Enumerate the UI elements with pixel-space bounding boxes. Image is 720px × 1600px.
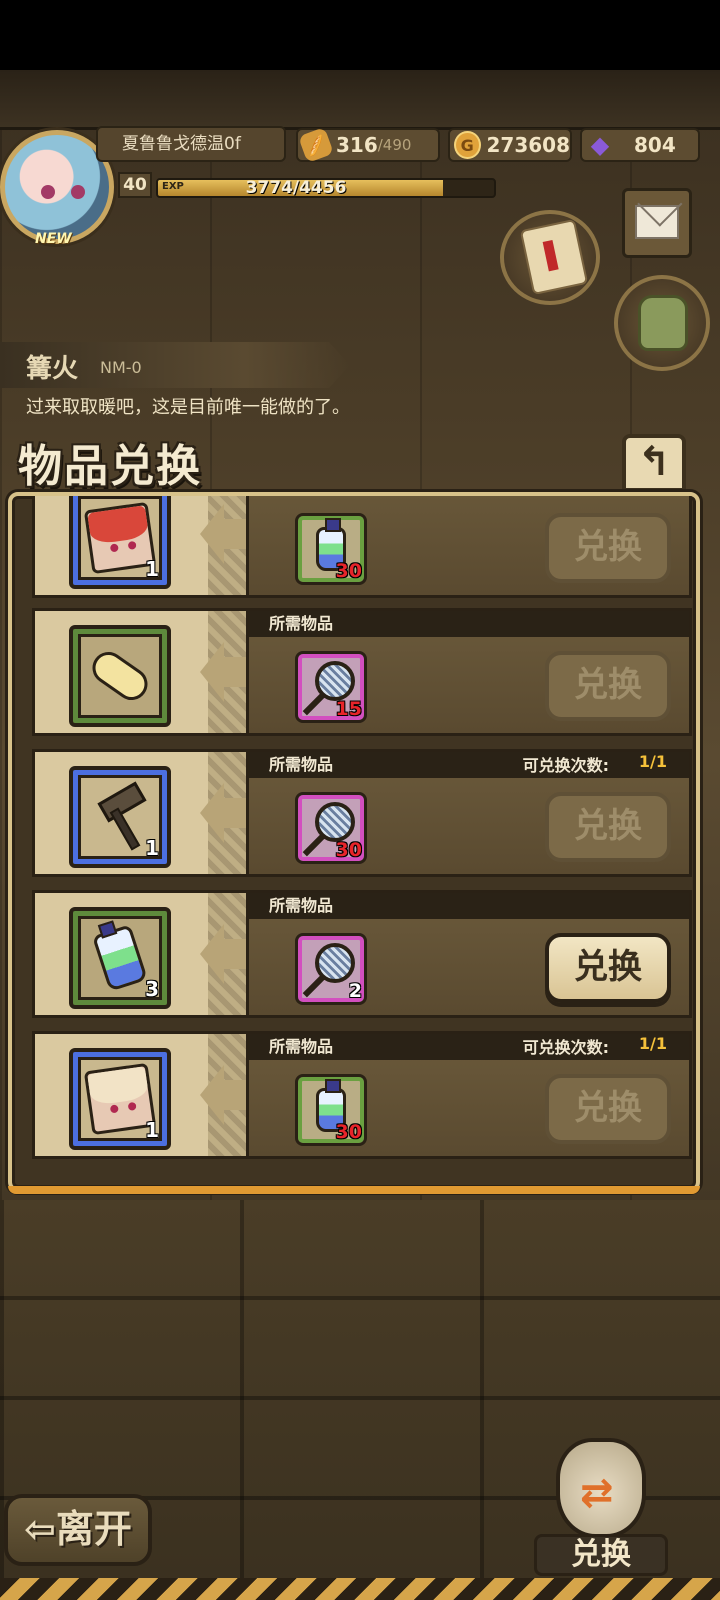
requirement-cell: 所需物品 2 兑换 bbox=[246, 890, 692, 1018]
exchange-button[interactable]: 兑换 bbox=[545, 651, 671, 721]
required-items-header: 所需物品 bbox=[249, 611, 689, 637]
reward-qty: 1 bbox=[145, 836, 159, 860]
exchange-count-value: 1/1 bbox=[638, 752, 667, 771]
reward-qty: 1 bbox=[145, 1118, 159, 1142]
exchange-row: 1 30 兑换 bbox=[32, 496, 692, 598]
envelope-icon bbox=[635, 205, 679, 239]
required-items-header: 所需物品 bbox=[249, 893, 689, 919]
player-name: 夏鲁鲁戈德温0f bbox=[96, 126, 286, 162]
hammer-icon bbox=[90, 781, 150, 851]
required-qty: 15 bbox=[335, 698, 362, 720]
required-item[interactable]: 30 bbox=[295, 1074, 367, 1146]
exp-text: 3774/4456 bbox=[245, 178, 347, 198]
exchange-row: 1 所需物品 可兑换次数: 1/1 30 兑换 bbox=[32, 1031, 692, 1159]
new-badge: NEW bbox=[35, 231, 72, 247]
exchange-button[interactable]: 兑换 bbox=[545, 933, 671, 1003]
stamina-value: 316 bbox=[336, 133, 378, 157]
required-item[interactable]: 2 bbox=[295, 933, 367, 1005]
reward-cell: 1 bbox=[32, 496, 212, 598]
panel-bottom-stripe bbox=[8, 1186, 700, 1194]
butterfly-net-icon bbox=[315, 661, 355, 701]
butterfly-net-icon bbox=[315, 802, 355, 842]
required-item[interactable]: 30 bbox=[295, 513, 367, 585]
reward-cell: 3 bbox=[32, 890, 212, 1018]
exchange-main-label: 兑换 bbox=[534, 1534, 668, 1576]
ceiling-beam bbox=[0, 70, 720, 130]
exchange-row: 所需物品 15 兑换 bbox=[32, 608, 692, 736]
location-description: 过来取取暖吧，这是目前唯一能做的了。 bbox=[26, 397, 350, 418]
reward-qty: 3 bbox=[145, 977, 159, 1001]
avatar-eye bbox=[41, 185, 55, 199]
exchange-main-button[interactable]: ⇄ 兑换 bbox=[534, 1438, 668, 1588]
quest-scroll-button[interactable] bbox=[500, 210, 600, 305]
requirement-cell: 所需物品 15 兑换 bbox=[246, 608, 692, 736]
exchange-count-value: 1/1 bbox=[638, 1034, 667, 1053]
required-qty: 30 bbox=[335, 560, 362, 582]
exclamation-mark bbox=[542, 239, 559, 272]
requirement-cell: 所需物品 可兑换次数: 1/1 30 兑换 bbox=[246, 749, 692, 877]
location-bar: 篝火 NM-0 bbox=[0, 342, 350, 388]
location-code: NM-0 bbox=[100, 358, 142, 377]
exchange-count-label: 可兑换次数: bbox=[522, 1038, 609, 1057]
exp-bar: EXP 3774/4456 bbox=[156, 178, 496, 198]
reward-cell: 1 bbox=[32, 1031, 212, 1159]
reward-item[interactable]: 3 bbox=[69, 907, 171, 1009]
required-qty: 30 bbox=[335, 839, 362, 861]
gem-icon: ◆ bbox=[590, 131, 610, 159]
gold-coin-icon: G bbox=[454, 131, 481, 159]
exchange-row: 1 所需物品 可兑换次数: 1/1 30 兑换 bbox=[32, 749, 692, 877]
backpack-icon bbox=[638, 295, 688, 351]
backpack-button[interactable] bbox=[614, 275, 710, 371]
bottom-stripe bbox=[0, 1578, 720, 1600]
slipper-icon bbox=[86, 645, 154, 707]
swap-icon: ⇄ bbox=[580, 1470, 614, 1516]
butterfly-net-icon bbox=[315, 943, 355, 983]
reward-item[interactable]: 1 bbox=[69, 766, 171, 868]
required-qty: 2 bbox=[348, 980, 362, 1002]
exchange-button[interactable]: 兑换 bbox=[545, 792, 671, 862]
required-qty: 30 bbox=[335, 1121, 362, 1143]
reward-cell: 1 bbox=[32, 749, 212, 877]
required-items-header: 所需物品 bbox=[249, 752, 689, 778]
exchange-button[interactable]: 兑换 bbox=[545, 1074, 671, 1144]
gold-value: 273608 bbox=[486, 133, 571, 157]
stamina-counter[interactable]: 🥖 316/490 bbox=[296, 127, 440, 163]
panel-title: 物品兑换 bbox=[18, 441, 202, 492]
reward-item[interactable]: 1 bbox=[69, 496, 171, 589]
stamina-max: /490 bbox=[377, 136, 412, 154]
exchange-button[interactable]: 兑换 bbox=[545, 513, 671, 583]
location-title: 篝火 bbox=[26, 354, 79, 384]
reward-qty: 1 bbox=[145, 557, 159, 581]
required-items-header: 所需物品 bbox=[249, 1034, 689, 1060]
scroll-icon bbox=[519, 218, 589, 296]
potion-bottle-icon bbox=[92, 924, 148, 992]
required-item[interactable]: 30 bbox=[295, 792, 367, 864]
reward-item[interactable]: 1 bbox=[69, 1048, 171, 1150]
player-level: 40 bbox=[118, 172, 152, 198]
back-button[interactable]: ↰ bbox=[622, 434, 686, 492]
reward-item[interactable] bbox=[69, 625, 171, 727]
requirement-cell: 30 兑换 bbox=[246, 496, 692, 598]
exchange-row: 3 所需物品 2 兑换 bbox=[32, 890, 692, 1018]
gem-value: 804 bbox=[634, 133, 676, 157]
reward-cell bbox=[32, 608, 212, 736]
gold-counter[interactable]: G 273608 bbox=[448, 128, 572, 162]
exchange-panel: 1 30 兑换 所需物品 15 兑换 1 所需物品 可兑换次数: 1/1 30 兑换 3 所需物品 2 兑换 1… bbox=[8, 492, 700, 1192]
required-item[interactable]: 15 bbox=[295, 651, 367, 723]
bread-icon: 🥖 bbox=[298, 127, 334, 163]
avatar-eye bbox=[71, 185, 85, 199]
gem-counter[interactable]: ◆ 804 bbox=[580, 128, 700, 162]
mail-button[interactable] bbox=[622, 188, 692, 258]
exchange-count-label: 可兑换次数: bbox=[522, 756, 609, 775]
leave-button[interactable]: ⇦离开 bbox=[4, 1494, 152, 1566]
requirement-cell: 所需物品 可兑换次数: 1/1 30 兑换 bbox=[246, 1031, 692, 1159]
